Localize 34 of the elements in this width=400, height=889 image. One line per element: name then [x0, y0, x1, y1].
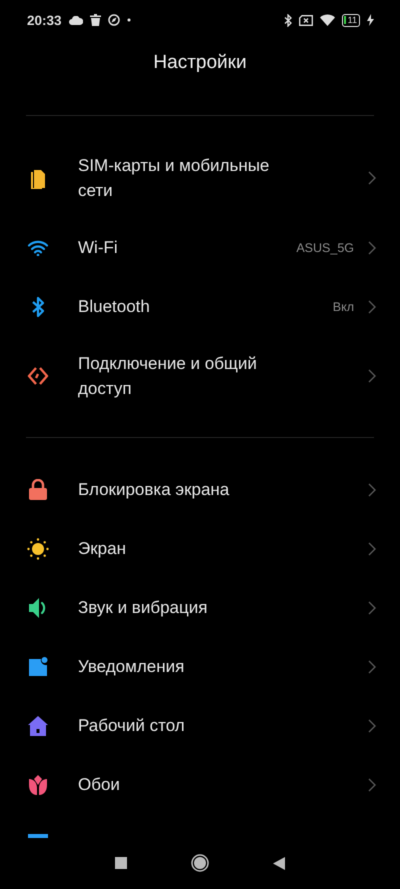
chevron-icon	[368, 718, 376, 732]
setting-value: ASUS_5G	[296, 240, 354, 254]
dot-icon	[126, 18, 131, 22]
chevron-icon	[368, 542, 376, 556]
cloud-icon	[68, 16, 83, 24]
chevron-icon	[368, 240, 376, 254]
trash-icon	[90, 14, 101, 26]
settings-item[interactable]: Рабочий стол	[0, 696, 400, 755]
settings-item[interactable]: Уведомления	[0, 637, 400, 696]
settings-item[interactable]: Блокировка экрана	[0, 460, 400, 519]
settings-item[interactable]: Bluetooth Вкл	[0, 277, 400, 336]
chevron-icon	[368, 660, 376, 674]
settings-item[interactable]: Экран	[0, 519, 400, 578]
no-sim-icon	[298, 14, 313, 26]
setting-value: Вкл	[332, 300, 354, 314]
chevron-icon	[368, 300, 376, 314]
battery-icon: 11	[342, 14, 360, 26]
chevron-icon	[368, 369, 376, 383]
chevron-icon	[368, 482, 376, 496]
settings-item[interactable]: Обои	[0, 755, 400, 814]
chevron-icon	[368, 600, 376, 614]
chevron-icon	[368, 171, 376, 185]
chevron-icon	[368, 778, 376, 792]
clock: 20:33	[27, 12, 62, 28]
back-button[interactable]	[273, 856, 285, 870]
settings-item[interactable]: Wi-Fi ASUS_5G	[0, 218, 400, 277]
bluetooth-icon	[284, 14, 292, 26]
settings-item[interactable]: Звук и вибрация	[0, 578, 400, 637]
settings-item[interactable]: SIM-карты и мобильные сети	[0, 138, 400, 218]
home-button[interactable]	[191, 854, 209, 872]
wifi-icon	[320, 14, 335, 26]
settings-item[interactable]: Подключение и общий доступ	[0, 336, 400, 416]
compass-icon	[108, 14, 120, 26]
page-title: Настройки	[153, 52, 247, 73]
